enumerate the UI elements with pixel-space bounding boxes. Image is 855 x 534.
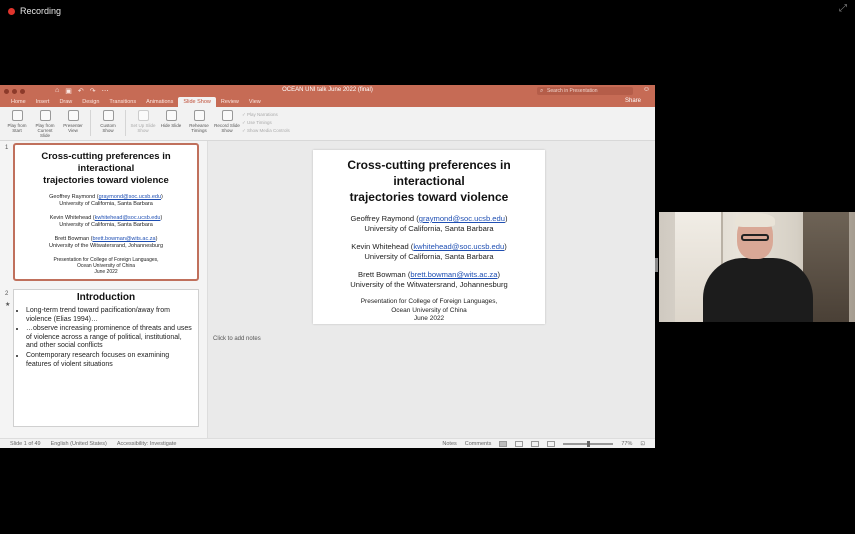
thumb1-affil3: University of the Witwatersrand, Johanne… xyxy=(48,243,164,249)
ribbon-separator xyxy=(90,110,91,136)
hide-slide-icon xyxy=(165,110,177,121)
language-indicator[interactable]: English (United States) xyxy=(51,441,107,447)
list-item: Contemporary research focuses on examini… xyxy=(26,352,192,369)
recording-label: Recording xyxy=(20,6,62,16)
comments-button[interactable]: Comments xyxy=(465,441,492,447)
email-link[interactable]: brett.bowman@wits.ac.za xyxy=(410,270,497,279)
thumb1-author1: Geoffrey Raymond (graymond@soc.ucsb.edu) xyxy=(49,194,163,200)
playback-options: Play Narrations Use Timings Show Media C… xyxy=(242,110,290,134)
slide-affil3: University of the Witwatersrand, Johanne… xyxy=(350,279,508,289)
slide-thumbnail-1[interactable]: Cross-cutting preferences in interaction… xyxy=(13,143,199,281)
thumb-number: 1 xyxy=(5,145,9,151)
reading-view-icon[interactable] xyxy=(531,440,540,447)
zoom-level[interactable]: 77% xyxy=(621,441,632,447)
record-slide-show-button[interactable]: Record Slide Show xyxy=(214,110,240,133)
play-from-start-button[interactable]: Play from Start xyxy=(4,110,30,133)
tab-draw[interactable]: Draw xyxy=(54,97,77,107)
slide-editor: Cross-cutting preferences in interaction… xyxy=(208,141,655,438)
accessibility-status[interactable]: Accessibility: Investigate xyxy=(117,441,177,447)
tab-transitions[interactable]: Transitions xyxy=(104,97,141,107)
hide-slide-button[interactable]: Hide Slide xyxy=(158,110,184,128)
status-right: Notes Comments 77% ⊡ xyxy=(442,440,645,447)
rehearse-icon xyxy=(193,110,205,121)
custom-show-button[interactable]: Custom Show xyxy=(95,110,121,133)
fullscreen-icon[interactable]: ⤢ xyxy=(839,3,847,14)
tab-design[interactable]: Design xyxy=(77,97,104,107)
list-item: …observe increasing prominence of threat… xyxy=(26,325,192,351)
slide-author3: Brett Bowman (brett.bowman@wits.ac.za) xyxy=(358,270,500,279)
setup-icon xyxy=(137,110,149,121)
tab-home[interactable]: Home xyxy=(6,97,31,107)
thumb1-author2: Kevin Whitehead (kwhitehead@soc.ucsb.edu… xyxy=(49,215,163,221)
slideshow-view-icon[interactable] xyxy=(547,440,556,447)
editor-body: 1 Cross-cutting preferences in interacti… xyxy=(0,141,655,438)
notes-placeholder[interactable]: Click to add notes xyxy=(213,336,261,342)
slide-author1: Geoffrey Raymond (graymond@soc.ucsb.edu) xyxy=(350,214,508,223)
setup-slide-show-button[interactable]: Set Up Slide Show xyxy=(130,110,156,133)
ribbon-toolbar: Play from Start Play from Current Slide … xyxy=(0,107,655,141)
thumb1-affil2: University of California, Santa Barbara xyxy=(59,222,153,228)
search-input[interactable]: Search in Presentation xyxy=(537,87,633,95)
webcam-video xyxy=(659,212,855,322)
email-link[interactable]: graymond@soc.ucsb.edu xyxy=(419,214,505,223)
title-bar: ⌂ ▣ ↶ ↷ ⋯ OCEAN UNI talk June 2022 (fina… xyxy=(0,85,655,97)
thumb1-date: June 2022 xyxy=(94,269,118,275)
notes-button[interactable]: Notes xyxy=(442,441,456,447)
presenter-view-icon xyxy=(67,110,79,121)
slide-author2: Kevin Whitehead (kwhitehead@soc.ucsb.edu… xyxy=(351,242,507,251)
normal-view-icon[interactable] xyxy=(499,440,508,447)
slide-title[interactable]: Cross-cutting preferences in interaction… xyxy=(313,157,545,205)
panel-handle[interactable] xyxy=(655,258,658,272)
slide-presentation: Presentation for College of Foreign Lang… xyxy=(360,298,498,305)
play-narrations-checkbox[interactable]: Play Narrations xyxy=(242,112,290,118)
tab-insert[interactable]: Insert xyxy=(31,97,55,107)
thumb1-affil1: University of California, Santa Barbara xyxy=(59,201,153,207)
star-icon: ★ xyxy=(5,302,11,308)
share-button[interactable]: Share xyxy=(625,98,641,104)
use-timings-checkbox[interactable]: Use Timings xyxy=(242,120,290,126)
play-current-icon xyxy=(39,110,51,121)
thumb1-title: Cross-cutting preferences in interaction… xyxy=(41,151,171,186)
recording-indicator: Recording xyxy=(8,6,61,16)
slide-thumbnail-2[interactable]: Introduction Long-term trend toward paci… xyxy=(13,289,199,427)
play-from-start-icon xyxy=(11,110,23,121)
slide-date: June 2022 xyxy=(413,315,445,322)
record-dot-icon xyxy=(8,7,15,15)
status-bar: Slide 1 of 49 English (United States) Ac… xyxy=(0,438,655,448)
custom-show-icon xyxy=(102,110,114,121)
show-media-controls-checkbox[interactable]: Show Media Controls xyxy=(242,128,290,134)
tab-view[interactable]: View xyxy=(244,97,266,107)
zoom-slider[interactable] xyxy=(563,440,614,447)
tab-review[interactable]: Review xyxy=(216,97,244,107)
slide-affil2: University of California, Santa Barbara xyxy=(364,251,494,261)
current-slide[interactable]: Cross-cutting preferences in interaction… xyxy=(313,150,545,324)
slide-university: Ocean University of China xyxy=(391,306,467,314)
ribbon-tabs: Home Insert Draw Design Transitions Anim… xyxy=(0,97,655,107)
presenter-view-button[interactable]: Presenter View xyxy=(60,110,86,133)
slide-counter: Slide 1 of 49 xyxy=(10,440,41,447)
play-current-button[interactable]: Play from Current Slide xyxy=(32,110,58,138)
thumb-number: 2 xyxy=(5,291,9,297)
powerpoint-window: ⌂ ▣ ↶ ↷ ⋯ OCEAN UNI talk June 2022 (fina… xyxy=(0,85,655,448)
slide-affil1: University of California, Santa Barbara xyxy=(364,223,494,233)
record-icon xyxy=(221,110,233,121)
slide-sorter-icon[interactable] xyxy=(515,440,524,447)
thumb2-title: Introduction xyxy=(76,292,136,303)
tab-slide-show[interactable]: Slide Show xyxy=(178,97,216,107)
thumb2-bullets: Long-term trend toward pacification/away… xyxy=(14,303,198,369)
tab-animations[interactable]: Animations xyxy=(141,97,178,107)
account-icon[interactable]: ☺ xyxy=(643,86,650,93)
rehearse-timings-button[interactable]: Rehearse Timings xyxy=(186,110,212,133)
list-item: Long-term trend toward pacification/away… xyxy=(26,307,192,324)
ribbon-separator xyxy=(125,110,126,136)
email-link[interactable]: kwhitehead@soc.ucsb.edu xyxy=(413,242,504,251)
fit-slide-icon[interactable]: ⊡ xyxy=(640,441,645,447)
thumb1-author3: Brett Bowman (brett.bowman@wits.ac.za) xyxy=(54,236,158,242)
slide-thumbnails-pane[interactable]: 1 Cross-cutting preferences in interacti… xyxy=(0,141,212,438)
